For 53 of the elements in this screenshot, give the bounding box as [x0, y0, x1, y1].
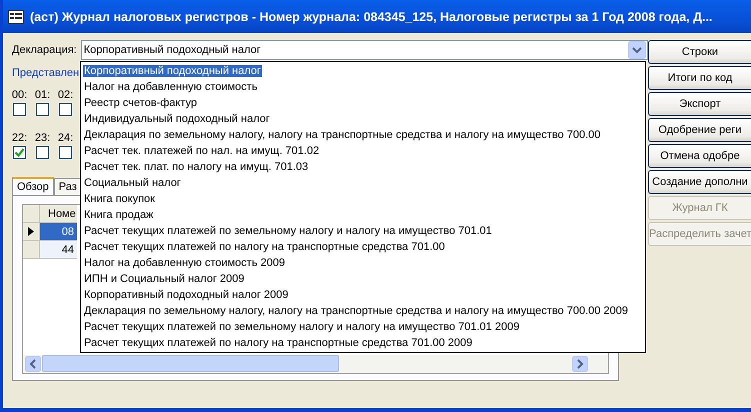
representation-link[interactable]: Представлен: [12, 67, 80, 79]
checkbox[interactable]: [36, 103, 49, 116]
row-selector-header: [23, 205, 40, 223]
command-button[interactable]: Одобрение реги: [648, 118, 751, 142]
dropdown-option[interactable]: Корпоративный подоходный налог 2009: [83, 287, 643, 303]
window-title: (аст) Журнал налоговых регистров - Номер журнала: 084345_125, Налоговые регистры за 1 Год 2008 года, Д...: [30, 10, 712, 24]
checkbox-label: 00:: [12, 89, 28, 101]
dropdown-option[interactable]: Книга покупок: [83, 191, 643, 207]
dropdown-option[interactable]: Декларация по земельному налогу, налогу на транспортные средства и налогу на имущество 700.00 2009: [83, 303, 643, 319]
dropdown-option[interactable]: Расчет тек. платежей по нал. на имущ. 701.02: [83, 143, 643, 159]
dropdown-option[interactable]: Корпоративный подоходный налог: [83, 63, 643, 79]
dropdown-option[interactable]: Расчет текущих платежей по земельному налогу и налогу на имущество 701.01: [83, 223, 643, 239]
scroll-right-icon[interactable]: [572, 356, 588, 372]
dropdown-option[interactable]: Социальный налог: [83, 175, 643, 191]
row-selector[interactable]: [23, 223, 40, 241]
current-row-icon: [28, 227, 34, 236]
checkbox-label: 22:: [12, 132, 28, 144]
declaration-combo[interactable]: Корпоративный подоходный налог: [80, 40, 648, 60]
scroll-thumb[interactable]: [42, 355, 339, 372]
dropdown-option[interactable]: Расчет текущих платежей по земельному налогу и налогу на имущество 701.01 2009: [83, 319, 643, 335]
dropdown-option[interactable]: Расчет тек. плат. по налогу на имущ. 701.03: [83, 159, 643, 175]
dropdown-option[interactable]: Книга продаж: [83, 207, 643, 223]
command-button[interactable]: Экспорт: [648, 92, 751, 116]
scroll-left-icon[interactable]: [25, 356, 41, 372]
dropdown-option[interactable]: Налог на добавленную стоимость: [83, 79, 643, 95]
dropdown-option[interactable]: Расчет текущих платежей по налогу на транспортные средства 701.00: [83, 239, 643, 255]
horizontal-scrollbar[interactable]: [23, 355, 608, 373]
checkbox[interactable]: [59, 103, 72, 116]
command-button[interactable]: Создание дополни: [648, 170, 751, 194]
table-cell: 44: [40, 241, 77, 259]
dropdown-option[interactable]: Декларация по земельному налогу, налогу на транспортные средства и налогу на имущество 700.00: [83, 127, 643, 143]
dropdown-option[interactable]: Реестр счетов-фактур: [83, 95, 643, 111]
checkbox[interactable]: [36, 146, 49, 159]
command-button[interactable]: Отмена одобре: [648, 144, 751, 168]
command-button[interactable]: Строки: [648, 40, 751, 64]
dropdown-option[interactable]: Расчет текущих платежей по налогу на транспортные средства 701.00 2009: [83, 335, 643, 351]
tab[interactable]: Раз: [54, 178, 82, 195]
checkbox[interactable]: [59, 146, 72, 159]
checkbox[interactable]: [13, 103, 26, 116]
form-icon: [8, 10, 24, 24]
checkbox[interactable]: [13, 146, 26, 159]
checkbox-label: 01:: [34, 89, 50, 101]
dropdown-option[interactable]: ИПН и Социальный налог 2009: [83, 271, 643, 287]
command-button[interactable]: Итоги по код: [648, 66, 751, 90]
checkbox-label: 23:: [34, 132, 50, 144]
checkbox-label: 02:: [58, 89, 74, 101]
dropdown-option[interactable]: Индивидуальный подоходный налог: [83, 111, 643, 127]
declaration-label: Декларация:: [12, 44, 77, 56]
tab[interactable]: Обзор: [12, 177, 54, 195]
checkbox-label: 24:: [58, 132, 74, 144]
dropdown-option[interactable]: Налог на добавленную стоимость 2009: [83, 255, 643, 271]
table-cell: 08: [40, 223, 77, 241]
column-header[interactable]: Номе: [40, 205, 77, 223]
